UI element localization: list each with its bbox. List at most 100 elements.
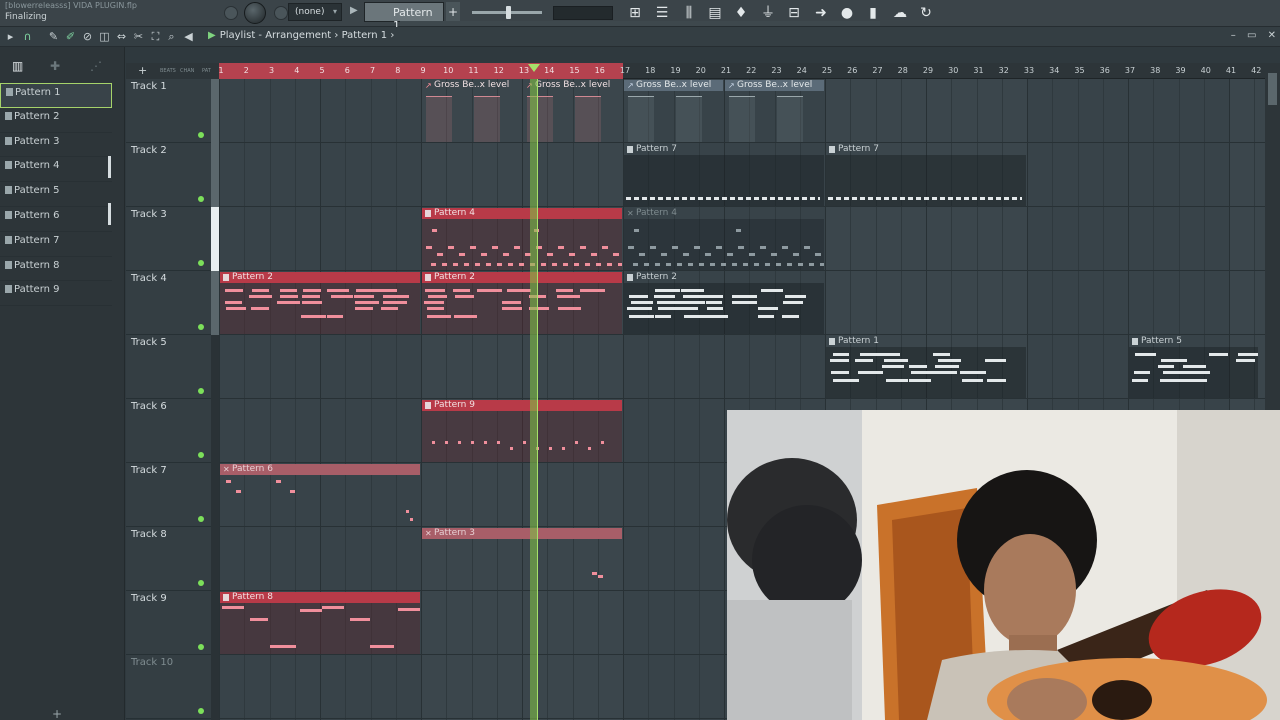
paint-tool-icon[interactable]: ✐ [63, 30, 78, 44]
piano-icon[interactable]: ▥ [12, 59, 23, 73]
bar-number[interactable]: 25 [822, 66, 832, 75]
track-header[interactable]: Track 2 [126, 143, 211, 207]
track-mute-led[interactable] [198, 644, 204, 650]
song-position-bar[interactable] [400, 21, 880, 26]
track-name[interactable]: Track 3 [131, 209, 167, 220]
clip-header[interactable]: Pattern 2 [624, 272, 824, 283]
playlist-clip[interactable]: ↗Gross Be..x level [523, 80, 622, 142]
playlist-clip[interactable]: Pattern 1 [826, 336, 1026, 398]
ruler-label-chan[interactable]: CHAN [180, 68, 194, 74]
bar-number[interactable]: 16 [595, 66, 605, 75]
pattern-list-item[interactable]: Pattern 8 [0, 257, 112, 282]
track-mute-led[interactable] [198, 324, 204, 330]
track-header[interactable]: Track 7 [126, 463, 211, 527]
pattern-list-item[interactable]: Pattern 5 [0, 182, 112, 207]
playlist-clip[interactable]: ↗Gross Be..x level [422, 80, 521, 142]
slider-thumb[interactable] [506, 6, 511, 19]
add-pattern-button[interactable]: + [446, 2, 460, 22]
bar-number[interactable]: 5 [319, 66, 324, 75]
clip-header[interactable]: ✕ Pattern 4 [624, 208, 824, 219]
clip-header[interactable]: Pattern 2 [422, 272, 622, 283]
track-header[interactable]: Track 3 [126, 207, 211, 271]
clip-header[interactable]: ✕ Pattern 6 [220, 464, 420, 475]
bar-number[interactable]: 42 [1251, 66, 1261, 75]
bar-number[interactable]: 21 [721, 66, 731, 75]
bar-number[interactable]: 26 [847, 66, 857, 75]
scrollbar-thumb[interactable] [1268, 73, 1277, 105]
bar-number[interactable]: 23 [771, 66, 781, 75]
playlist-clip[interactable]: ↗Gross Be..x level [624, 80, 723, 142]
playlist-clip[interactable]: Pattern 2 [624, 272, 824, 334]
track-name[interactable]: Track 5 [131, 337, 167, 348]
pattern-selector[interactable]: Pattern 1 [364, 2, 444, 32]
clip-header[interactable]: Pattern 9 [422, 400, 622, 411]
bar-number[interactable]: 1 [218, 66, 223, 75]
track-header[interactable]: Track 8 [126, 527, 211, 591]
track-mute-led[interactable] [198, 388, 204, 394]
track-name[interactable]: Track 1 [131, 81, 167, 92]
clip-header[interactable]: Pattern 5 [1129, 336, 1258, 347]
playlist-clip[interactable]: Pattern 7 [624, 144, 824, 206]
playlist-clip[interactable]: ✕ Pattern 6 [220, 464, 420, 526]
bar-number[interactable]: 39 [1175, 66, 1185, 75]
track-name[interactable]: Track 6 [131, 401, 167, 412]
pattern-list-item[interactable]: Pattern 4 [0, 157, 112, 183]
playlist-clip[interactable]: ↗Gross Be..x level [725, 80, 824, 142]
clip-header[interactable]: ✕ Pattern 3 [422, 528, 622, 539]
track-mute-led[interactable] [198, 260, 204, 266]
playlist-clip[interactable]: Pattern 4 [422, 208, 622, 270]
bar-number[interactable]: 33 [1024, 66, 1034, 75]
bar-number[interactable]: 36 [1100, 66, 1110, 75]
bar-number[interactable]: 10 [443, 66, 453, 75]
clip-header[interactable]: Pattern 1 [826, 336, 1026, 347]
bar-number[interactable]: 38 [1150, 66, 1160, 75]
bar-number[interactable]: 3 [269, 66, 274, 75]
track-header[interactable]: Track 5 [126, 335, 211, 399]
breadcrumb-playlist[interactable]: Playlist - Arrangement [220, 30, 332, 41]
bar-number[interactable]: 19 [670, 66, 680, 75]
playback-tool-icon[interactable]: ◀ [181, 30, 196, 44]
clip-header[interactable]: ↗Gross Be..x level [624, 80, 723, 91]
master-pitch-knob[interactable] [224, 6, 238, 20]
bar-number[interactable]: 30 [948, 66, 958, 75]
ruler-label-pat[interactable]: PAT [202, 68, 211, 74]
mute-tool-icon[interactable]: ◫ [97, 30, 112, 44]
add-pattern-button[interactable]: + [52, 707, 62, 720]
bar-number[interactable]: 2 [244, 66, 249, 75]
track-mute-led[interactable] [198, 516, 204, 522]
bar-number[interactable]: 8 [395, 66, 400, 75]
track-header[interactable]: Track 4 [126, 271, 211, 335]
track-name[interactable]: Track 4 [131, 273, 167, 284]
playlist-clip[interactable]: Pattern 7 [826, 144, 1026, 206]
bar-number[interactable]: 41 [1226, 66, 1236, 75]
bar-number[interactable]: 4 [294, 66, 299, 75]
bar-number[interactable]: 32 [999, 66, 1009, 75]
bar-number[interactable]: 18 [645, 66, 655, 75]
master-slider[interactable] [472, 6, 542, 19]
link-knob[interactable] [274, 6, 288, 20]
pattern-list-item[interactable]: Pattern 1 [0, 83, 112, 108]
bar-number[interactable]: 14 [544, 66, 554, 75]
track-mute-led[interactable] [198, 452, 204, 458]
play-icon[interactable]: ▸ [3, 30, 18, 44]
add-icon[interactable]: ✚ [50, 59, 60, 73]
pattern-list-item[interactable]: Pattern 3 [0, 133, 112, 158]
track-name[interactable]: Track 2 [131, 145, 167, 156]
clip-header[interactable]: Pattern 2 [220, 272, 420, 283]
bar-number[interactable]: 29 [923, 66, 933, 75]
magnet-icon[interactable]: ∩ [20, 30, 35, 44]
track-scrollbar[interactable] [211, 79, 219, 720]
picker-scroll-handle[interactable] [108, 156, 111, 178]
cloud-icon[interactable]: ☁ [889, 2, 911, 24]
bar-number[interactable]: 9 [420, 66, 425, 75]
track-mute-led[interactable] [198, 708, 204, 714]
bar-number[interactable]: 20 [696, 66, 706, 75]
playhead[interactable] [529, 79, 538, 720]
clip-header[interactable]: Pattern 7 [624, 144, 824, 155]
slice-tool-icon[interactable]: ✂ [131, 30, 146, 44]
track-header[interactable]: Track 6 [126, 399, 211, 463]
select-tool-icon[interactable]: ⛶ [148, 30, 163, 44]
bar-number[interactable]: 22 [746, 66, 756, 75]
track-mute-led[interactable] [198, 580, 204, 586]
pattern-list-item[interactable]: Pattern 9 [0, 281, 112, 307]
